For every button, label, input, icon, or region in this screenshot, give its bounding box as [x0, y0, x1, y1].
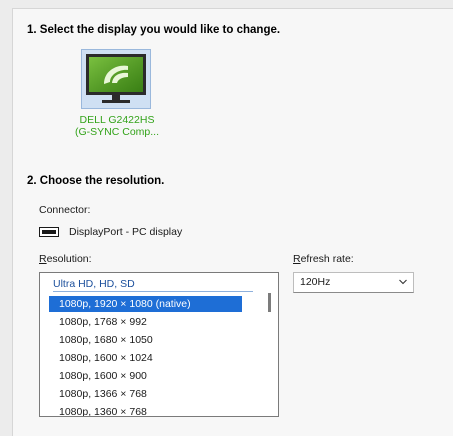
refresh-rate-value: 120Hz: [300, 276, 331, 288]
resolution-item[interactable]: 1080p, 1768 × 992: [49, 314, 242, 330]
resolution-group-header: Ultra HD, HD, SD: [53, 278, 135, 290]
connector-label: Connector:: [39, 204, 91, 216]
chevron-down-icon: [399, 279, 407, 285]
display-settings-panel: 1. Select the display you would like to …: [12, 8, 453, 436]
connector-row: DisplayPort - PC display: [39, 225, 182, 239]
section-select-display-title: 1. Select the display you would like to …: [27, 24, 281, 36]
connector-value: DisplayPort - PC display: [69, 226, 183, 238]
displayport-icon: [39, 227, 59, 237]
resolution-label: Resolution:: [39, 253, 92, 265]
display-name-line1: DELL G2422HS: [79, 114, 155, 126]
resolution-item[interactable]: 1080p, 1680 × 1050: [49, 332, 242, 348]
group-divider: [53, 291, 253, 292]
display-name-caption[interactable]: DELL G2422HS (G-SYNC Comp...: [53, 114, 181, 138]
refresh-rate-dropdown[interactable]: 120Hz: [293, 272, 414, 293]
resolution-item[interactable]: 1080p, 1920 × 1080 (native): [49, 296, 242, 312]
resolution-list[interactable]: Ultra HD, HD, SD 1080p, 1920 × 1080 (nat…: [39, 272, 279, 417]
display-name-line2: (G-SYNC Comp...: [74, 126, 159, 138]
resolution-item[interactable]: 1080p, 1600 × 900: [49, 368, 242, 384]
section-choose-resolution-title: 2. Choose the resolution.: [27, 175, 165, 187]
display-selector-dell[interactable]: [81, 49, 151, 109]
refresh-rate-label: Refresh rate:: [293, 253, 354, 265]
resolution-item[interactable]: 1080p, 1366 × 768: [49, 386, 242, 402]
nvidia-monitor-icon: [86, 54, 146, 103]
resolution-list-scrollbar[interactable]: [268, 293, 271, 312]
resolution-item[interactable]: 1080p, 1600 × 1024: [49, 350, 242, 366]
resolution-item[interactable]: 1080p, 1360 × 768: [49, 404, 242, 416]
